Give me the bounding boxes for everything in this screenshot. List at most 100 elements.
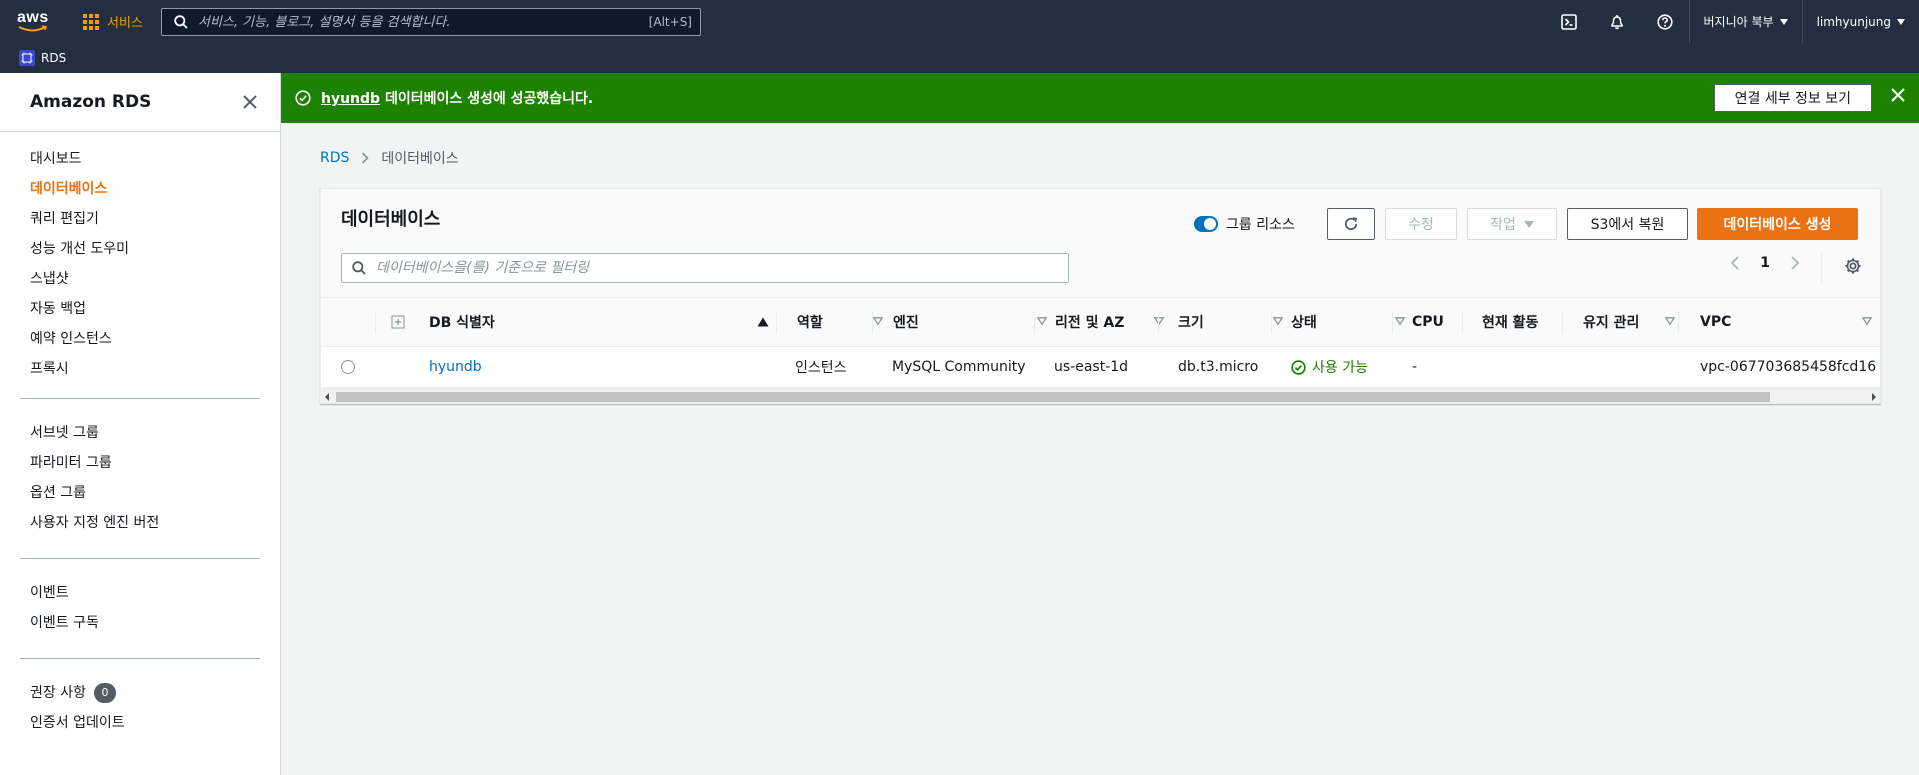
sidebar-item-reserved-instances[interactable]: 예약 인스턴스 (30, 324, 280, 354)
caret-down-icon (1523, 220, 1534, 228)
grid-icon (83, 13, 99, 30)
aws-smile-icon (18, 25, 48, 32)
close-icon (1891, 88, 1905, 102)
pager-divider (1821, 253, 1822, 283)
sidebar-item-performance-insights[interactable]: 성능 개선 도우미 (30, 234, 280, 264)
sidebar: Amazon RDS 대시보드 데이터베이스 쿼리 편집기 성능 개선 도우미 … (0, 73, 281, 775)
sidebar-item-query-editor[interactable]: 쿼리 편집기 (30, 204, 280, 234)
column-label: 유지 관리 (1583, 315, 1640, 331)
region-selector[interactable]: 버지니아 북부 (1688, 0, 1802, 43)
column-header-maintenance[interactable]: 유지 관리 (1583, 298, 1683, 346)
actions-label: 작업 (1490, 217, 1516, 233)
column-separator (1034, 312, 1035, 334)
column-header-status[interactable]: 상태 (1291, 298, 1413, 346)
rds-shortcut-link[interactable]: RDS (41, 51, 66, 65)
aws-logo[interactable]: aws (16, 8, 52, 34)
close-sidebar-button[interactable] (240, 92, 260, 112)
toggle-switch[interactable] (1194, 216, 1218, 232)
cell-identifier: hyundb (429, 347, 482, 387)
flash-db-link[interactable]: hyundb (321, 91, 380, 107)
view-connection-details-button[interactable]: 연결 세부 정보 보기 (1713, 84, 1872, 112)
column-header-role[interactable]: 역할 (797, 298, 891, 346)
dismiss-flash-button[interactable] (1891, 88, 1905, 106)
column-separator (1462, 312, 1463, 334)
services-menu-button[interactable]: 서비스 (83, 12, 143, 31)
sidebar-item-parameter-groups[interactable]: 파라미터 그룹 (30, 448, 280, 478)
column-label: 상태 (1291, 315, 1317, 331)
column-header-engine[interactable]: 엔진 (893, 298, 1055, 346)
column-header-size[interactable]: 크기 (1178, 298, 1291, 346)
terminal-icon (1560, 13, 1577, 30)
sort-icon (1273, 317, 1283, 325)
column-header-cpu[interactable]: CPU (1412, 298, 1462, 346)
sidebar-item-certificate-update[interactable]: 인증서 업데이트 (30, 708, 280, 738)
database-filter[interactable] (341, 253, 1069, 283)
cell-status: 사용 가능 (1291, 347, 1368, 387)
restore-from-s3-button[interactable]: S3에서 복원 (1567, 208, 1688, 240)
create-database-button[interactable]: 데이터베이스 생성 (1697, 208, 1858, 240)
sort-icon (873, 317, 883, 325)
sidebar-item-subnet-groups[interactable]: 서브넷 그룹 (30, 418, 280, 448)
sidebar-group-events: 이벤트 이벤트 구독 (0, 559, 280, 658)
column-header-region-az[interactable]: 리전 및 AZ (1055, 298, 1172, 346)
column-label: 엔진 (893, 315, 919, 331)
horizontal-scrollbar[interactable] (321, 388, 1880, 403)
notifications-button[interactable] (1593, 0, 1641, 43)
chevron-right-icon[interactable] (1790, 256, 1800, 270)
search-input[interactable] (198, 14, 649, 30)
gear-icon[interactable] (1844, 257, 1862, 275)
group-resources-label: 그룹 리소스 (1226, 217, 1295, 233)
column-header-vpc[interactable]: VPC (1700, 298, 1880, 346)
scrollbar-thumb[interactable] (336, 392, 1770, 402)
cloudshell-button[interactable] (1545, 0, 1593, 43)
row-select-cell (341, 347, 361, 387)
group-resources-toggle[interactable]: 그룹 리소스 (1194, 214, 1295, 234)
row-select-radio[interactable] (341, 360, 355, 374)
top-navigation: aws 서비스 [Alt+S] (0, 0, 1919, 73)
help-button[interactable] (1641, 0, 1689, 43)
expand-all-button[interactable] (391, 298, 411, 346)
services-label: 서비스 (107, 16, 143, 31)
flash-message: hyundb 데이터베이스 생성에 성공했습니다. (321, 88, 593, 108)
breadcrumb-rds[interactable]: RDS (320, 150, 349, 166)
db-identifier-link[interactable]: hyundb (429, 359, 482, 375)
column-header-identifier[interactable]: DB 식별자 (429, 298, 777, 346)
global-search[interactable]: [Alt+S] (161, 8, 701, 36)
help-icon (1656, 13, 1673, 30)
chevron-left-icon[interactable] (1730, 256, 1740, 270)
scroll-right-arrow-icon[interactable] (1872, 393, 1876, 401)
service-shortcut-bar: RDS (0, 43, 66, 73)
sidebar-item-automated-backups[interactable]: 자동 백업 (30, 294, 280, 324)
sort-icon (1862, 317, 1872, 325)
table-header: DB 식별자 역할 엔진 리전 및 AZ 크기 상태 CPU 현재 활동 유지 … (321, 297, 1880, 347)
sidebar-item-snapshots[interactable]: 스냅샷 (30, 264, 280, 294)
sidebar-item-recommendations[interactable]: 권장 사항 0 (30, 678, 280, 708)
sidebar-item-events[interactable]: 이벤트 (30, 578, 280, 608)
refresh-button[interactable] (1327, 208, 1375, 240)
filter-input[interactable] (376, 260, 1068, 276)
sidebar-item-custom-engine-versions[interactable]: 사용자 지정 엔진 버전 (30, 508, 280, 538)
table-row[interactable]: hyundb 인스턴스 MySQL Community us-east-1d d… (321, 347, 1880, 388)
page-number[interactable]: 1 (1760, 255, 1770, 271)
sidebar-item-dashboard[interactable]: 대시보드 (30, 144, 280, 174)
panel-title: 데이터베이스 (341, 209, 441, 230)
top-bar: aws 서비스 [Alt+S] (0, 0, 1919, 43)
check-circle-icon (295, 90, 311, 106)
column-label: 리전 및 AZ (1055, 315, 1125, 331)
sidebar-item-event-subscriptions[interactable]: 이벤트 구독 (30, 608, 280, 638)
column-header-current-activity[interactable]: 현재 활동 (1482, 298, 1582, 346)
sidebar-item-option-groups[interactable]: 옵션 그룹 (30, 478, 280, 508)
account-menu[interactable]: limhyunjung (1801, 0, 1919, 43)
scroll-left-arrow-icon[interactable] (325, 393, 329, 401)
column-separator (1271, 312, 1272, 334)
modify-button[interactable]: 수정 (1385, 208, 1457, 240)
region-label: 버지니아 북부 (1703, 15, 1774, 29)
sidebar-item-label: 권장 사항 (30, 685, 86, 701)
caret-down-icon (1779, 18, 1788, 25)
column-separator (872, 312, 873, 334)
status-indicator: 사용 가능 (1291, 357, 1368, 377)
sidebar-item-proxies[interactable]: 프록시 (30, 354, 280, 384)
actions-dropdown[interactable]: 작업 (1467, 208, 1557, 240)
sidebar-item-databases[interactable]: 데이터베이스 (30, 174, 280, 204)
column-label: 현재 활동 (1482, 315, 1539, 331)
